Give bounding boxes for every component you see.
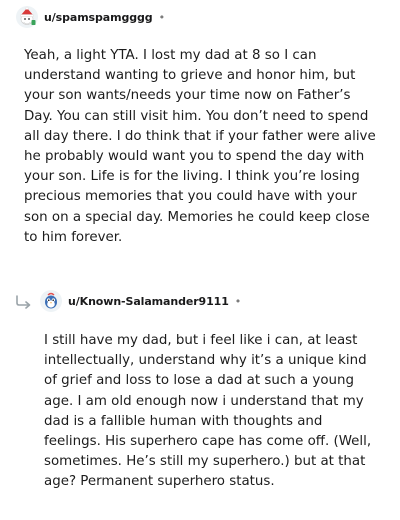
blue-bird-snoo-avatar-icon[interactable] [40,290,62,312]
separator-dot: • [158,10,166,24]
reply-arrow-icon [14,294,34,309]
santa-snoo-avatar-icon[interactable] [16,6,38,28]
comment-username[interactable]: u/spamspamgggg [44,11,153,24]
comment-body: Yeah, a light YTA. I lost my dad at 8 so… [24,48,376,245]
comment-header: u/spamspamgggg • [16,5,165,29]
comment-header: u/Known-Salamander9111 • [40,289,241,313]
comment-username[interactable]: u/Known-Salamander9111 [68,295,229,308]
separator-dot: • [234,294,242,308]
comment-body: I still have my dad, but i feel like i c… [44,333,372,490]
